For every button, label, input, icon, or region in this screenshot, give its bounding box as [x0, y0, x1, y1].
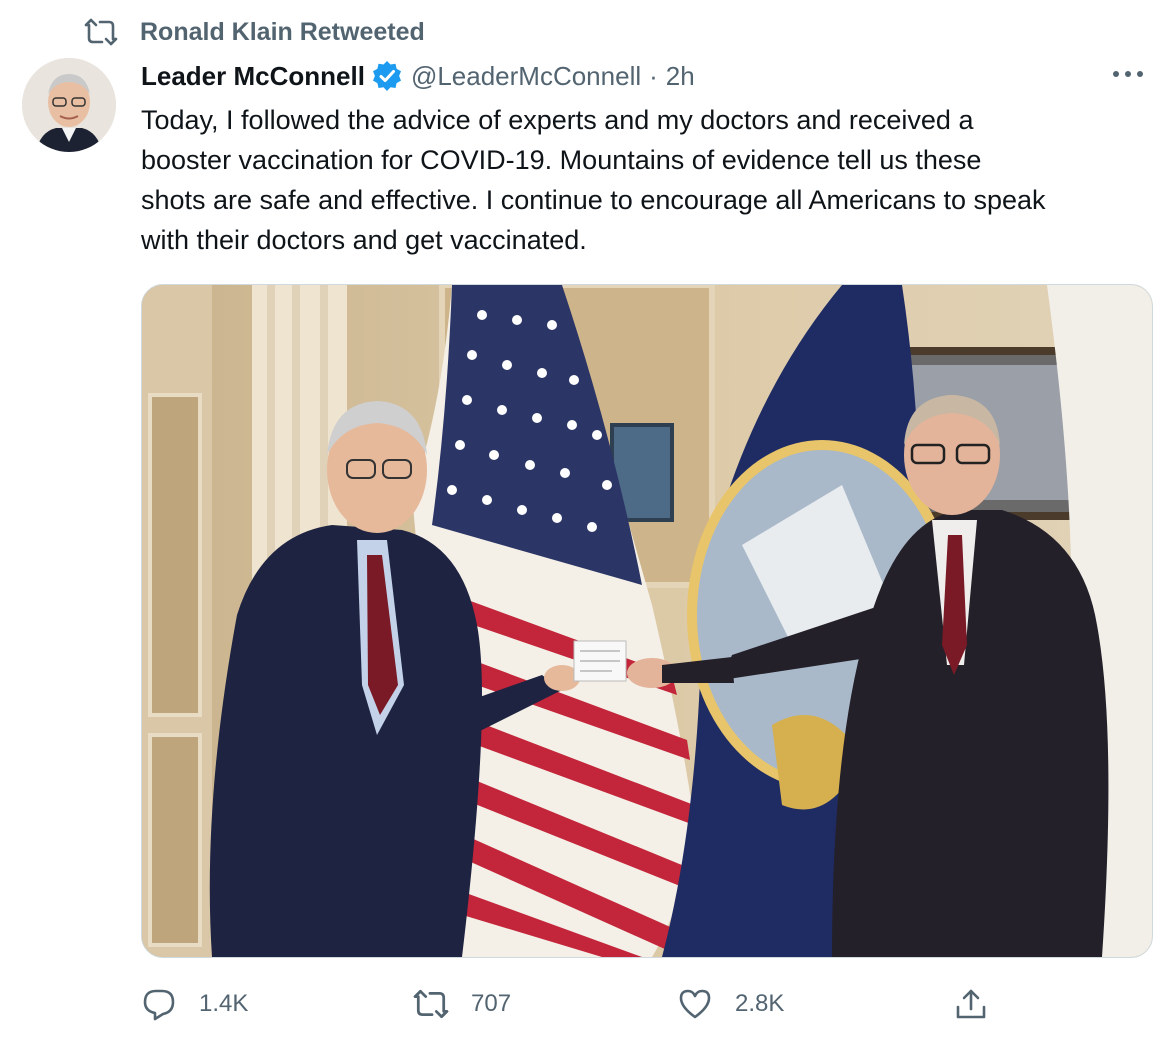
share-button[interactable]: [953, 982, 1011, 1026]
share-icon: [953, 986, 989, 1022]
tweet-action-bar: 1.4K 707 2.8K: [141, 982, 1021, 1026]
user-handle[interactable]: @LeaderMcConnell: [411, 61, 641, 92]
heart-icon: [677, 986, 713, 1022]
tweet-text: Today, I followed the advice of experts …: [141, 105, 1046, 255]
reply-count: 1.4K: [199, 990, 249, 1017]
reply-icon: [141, 986, 177, 1022]
avatar[interactable]: [22, 58, 116, 152]
retweet-banner[interactable]: Ronald Klain Retweeted: [84, 14, 425, 50]
like-button[interactable]: 2.8K: [677, 982, 784, 1026]
retweet-count: 707: [471, 990, 512, 1017]
verified-badge-icon: [371, 60, 403, 92]
retweet-button[interactable]: 707: [413, 982, 511, 1026]
like-count: 2.8K: [735, 990, 785, 1017]
retweeted-by-label: Ronald Klain Retweeted: [140, 17, 425, 46]
timestamp[interactable]: 2h: [666, 61, 695, 92]
retweet-icon: [84, 17, 120, 47]
display-name[interactable]: Leader McConnell: [141, 61, 365, 92]
retweet-icon: [413, 986, 449, 1022]
tweet-header: Leader McConnell @LeaderMcConnell · 2h: [141, 57, 695, 95]
more-options-icon[interactable]: [1110, 62, 1146, 86]
tweet-photo[interactable]: [141, 284, 1153, 958]
separator-dot: ·: [649, 60, 658, 91]
reply-button[interactable]: 1.4K: [141, 982, 248, 1026]
